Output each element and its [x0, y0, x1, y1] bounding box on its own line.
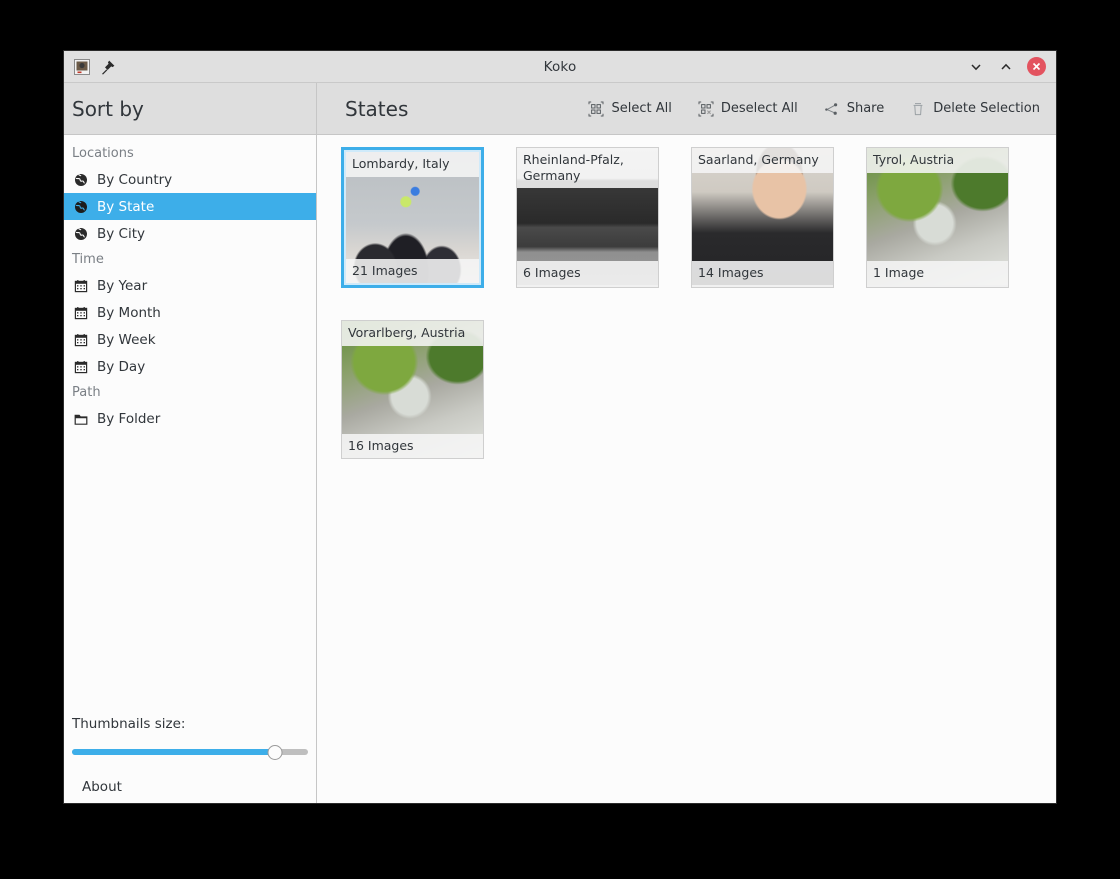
card-rheinland-pfalz-germany[interactable]: Rheinland-Pfalz, Germany 6 Images — [516, 147, 659, 288]
sidebar-item-by-day[interactable]: By Day — [64, 353, 316, 380]
thumbnails-size-slider[interactable] — [72, 741, 308, 763]
chevron-down-icon[interactable] — [967, 58, 985, 76]
globe-icon — [74, 173, 88, 187]
sidebar-item-label: By Week — [97, 331, 156, 348]
trash-icon — [910, 101, 926, 117]
calendar-icon — [74, 360, 88, 374]
delete-selection-button[interactable]: Delete Selection — [908, 98, 1042, 120]
card-tyrol-austria[interactable]: Tyrol, Austria 1 Image — [866, 147, 1009, 288]
card-thumbnail: Saarland, Germany 14 Images — [692, 148, 833, 285]
card-count: 16 Images — [342, 434, 483, 458]
sidebar-item-by-state[interactable]: By State — [64, 193, 316, 220]
toolbar-actions: Select All Deselect All Share Delete Sel… — [586, 98, 1056, 120]
window-title: Koko — [543, 58, 577, 75]
folder-icon — [74, 412, 88, 426]
deselect-all-label: Deselect All — [720, 101, 798, 116]
sidebar-item-label: By Month — [97, 304, 161, 321]
thumbnails-size-label: Thumbnails size: — [72, 716, 186, 732]
select-all-icon — [588, 101, 604, 117]
delete-selection-label: Delete Selection — [933, 101, 1040, 116]
sidebar-item-by-year[interactable]: By Year — [64, 272, 316, 299]
card-thumbnail: Lombardy, Italy 21 Images — [346, 152, 479, 283]
share-icon — [824, 101, 840, 117]
sidebar: Locations By Country By State By City Ti… — [64, 135, 317, 803]
globe-icon — [74, 227, 88, 241]
select-all-button[interactable]: Select All — [586, 98, 673, 120]
card-saarland-germany[interactable]: Saarland, Germany 14 Images — [691, 147, 834, 288]
sidebar-item-by-country[interactable]: By Country — [64, 166, 316, 193]
sidebar-item-label: By Folder — [97, 410, 161, 427]
sidebar-item-label: By Day — [97, 358, 146, 375]
share-button[interactable]: Share — [822, 98, 887, 120]
calendar-icon — [74, 306, 88, 320]
card-vorarlberg-austria[interactable]: Vorarlberg, Austria 16 Images — [341, 320, 484, 459]
card-lombardy-italy[interactable]: Lombardy, Italy 21 Images — [341, 147, 484, 288]
sidebar-item-label: By City — [97, 225, 146, 242]
sidebar-list: Locations By Country By State By City Ti… — [64, 135, 316, 710]
deselect-all-icon — [698, 101, 714, 117]
sidebar-footer: Thumbnails size: About — [64, 710, 316, 803]
deselect-all-button[interactable]: Deselect All — [696, 98, 800, 120]
card-thumbnail: Rheinland-Pfalz, Germany 6 Images — [517, 148, 658, 285]
titlebar-left — [64, 57, 116, 77]
sidebar-group-label-locations: Locations — [72, 146, 134, 161]
header-bar: Sort by States Select All Deselect All S… — [64, 83, 1056, 135]
window-body: Locations By Country By State By City Ti… — [64, 135, 1056, 803]
card-count: 14 Images — [692, 261, 833, 285]
card-title: Tyrol, Austria — [867, 148, 1008, 173]
globe-icon — [74, 200, 88, 214]
select-all-label: Select All — [611, 101, 672, 116]
slider-fill — [72, 749, 275, 755]
close-icon[interactable] — [1027, 57, 1046, 76]
card-count: 1 Image — [867, 261, 1008, 285]
calendar-icon — [74, 333, 88, 347]
card-thumbnail: Vorarlberg, Austria 16 Images — [342, 321, 483, 458]
sidebar-item-label: By Year — [97, 277, 148, 294]
page-title: States — [345, 96, 409, 121]
sidebar-group-label-path: Path — [72, 385, 101, 400]
card-title: Vorarlberg, Austria — [342, 321, 483, 346]
thumbnail-grid: Lombardy, Italy 21 Images Rheinland-Pfal… — [341, 147, 1056, 459]
card-title: Rheinland-Pfalz, Germany — [517, 148, 658, 189]
koko-window: Koko Sort by States Select All Deselect … — [64, 51, 1056, 803]
chevron-up-icon[interactable] — [997, 58, 1015, 76]
card-title: Lombardy, Italy — [346, 152, 479, 177]
sidebar-item-by-week[interactable]: By Week — [64, 326, 316, 353]
photo-icon — [72, 57, 92, 77]
sidebar-item-label: By State — [97, 198, 155, 215]
calendar-icon — [74, 279, 88, 293]
about-button[interactable]: About — [72, 775, 308, 803]
sidebar-item-by-city[interactable]: By City — [64, 220, 316, 247]
slider-handle[interactable] — [267, 745, 283, 760]
sidebar-item-label: By Country — [97, 171, 173, 188]
card-count: 6 Images — [517, 261, 658, 285]
sidebar-item-by-month[interactable]: By Month — [64, 299, 316, 326]
card-thumbnail: Tyrol, Austria 1 Image — [867, 148, 1008, 285]
card-count: 21 Images — [346, 259, 479, 283]
pin-icon[interactable] — [100, 59, 116, 75]
titlebar: Koko — [64, 51, 1056, 83]
content-area: Lombardy, Italy 21 Images Rheinland-Pfal… — [317, 135, 1056, 803]
sidebar-group-label-time: Time — [72, 252, 104, 267]
share-label: Share — [846, 101, 885, 116]
sort-by-title: Sort by — [64, 83, 317, 134]
card-title: Saarland, Germany — [692, 148, 833, 173]
sidebar-item-by-folder[interactable]: By Folder — [64, 405, 316, 432]
window-controls — [967, 57, 1056, 76]
